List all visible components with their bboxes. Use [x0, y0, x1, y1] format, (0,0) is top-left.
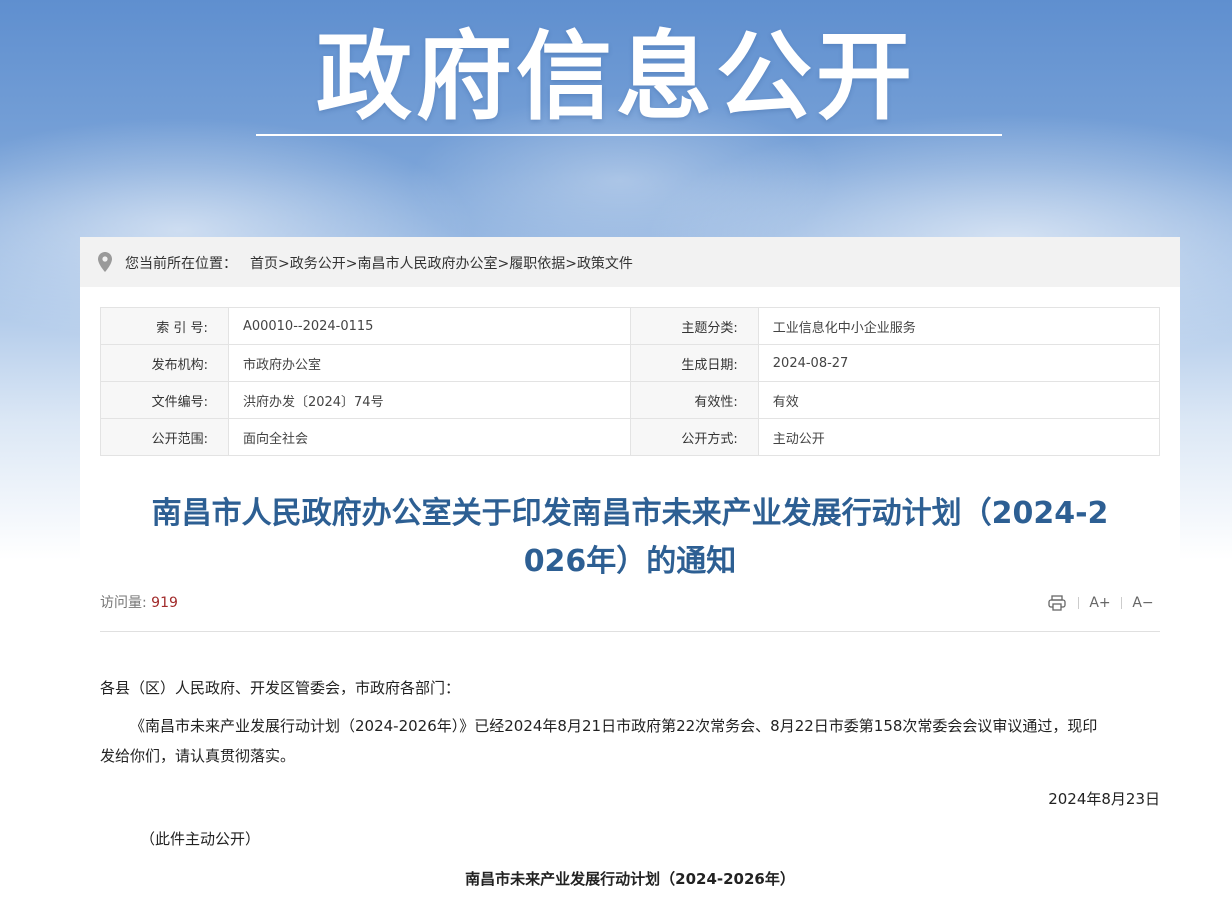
content-divider [100, 631, 1160, 632]
breadcrumb-item-office[interactable]: 南昌市人民政府办公室 [357, 256, 497, 272]
font-increase-button[interactable]: A+ [1088, 593, 1112, 613]
banner-title: 政府信息公开 [316, 21, 916, 133]
disclosure-scope-value: 面向全社会 [227, 418, 631, 456]
visit-count: 访问量: 919 [100, 592, 178, 612]
validity-value: 有效 [757, 381, 1161, 419]
document-number-label: 文件编号: [100, 381, 229, 419]
content-panel: 您当前所在位置： 首页>政务公开>南昌市人民政府办公室>履职依据>政策文件 索 … [80, 237, 1180, 904]
document-number-value: 洪府办发〔2024〕74号 [227, 381, 631, 419]
generated-date-label: 生成日期: [629, 344, 759, 382]
index-number-label: 索 引 号: [100, 307, 229, 345]
disclosure-mode-label: 公开方式: [629, 418, 759, 456]
disclosure-mode-value: 主动公开 [757, 418, 1161, 456]
breadcrumb-item-gov-affairs[interactable]: 政务公开 [290, 256, 346, 272]
breadcrumb-label: 您当前所在位置： [125, 256, 237, 272]
font-decrease-button[interactable]: A− [1131, 593, 1155, 613]
tool-divider [1121, 597, 1122, 609]
watermark-text: 格隆汇 [1162, 874, 1211, 893]
breadcrumb-item-policy-files[interactable]: 政策文件 [577, 256, 633, 272]
index-number-value: A00010--2024-0115 [227, 307, 631, 345]
publisher-value: 市政府办公室 [227, 344, 631, 382]
publisher-label: 发布机构: [100, 344, 229, 382]
topic-category-label: 主题分类: [629, 307, 759, 345]
breadcrumb-item-duty-basis[interactable]: 履职依据 [509, 256, 565, 272]
document-title-line-2: 026年）的通知 [523, 544, 737, 579]
attachment-title: 南昌市未来产业发展行动计划（2024-2026年） [465, 870, 795, 888]
breadcrumb-item-home[interactable]: 首页 [250, 256, 278, 272]
disclosure-scope-label: 公开范围: [100, 418, 229, 456]
reading-tools: A+ A− [1045, 593, 1155, 613]
banner-underline [256, 134, 1002, 136]
breadcrumb-links: 首页>政务公开>南昌市人民政府办公室>履职依据>政策文件 [250, 253, 633, 273]
watermark: 格隆汇 [1136, 870, 1210, 894]
issue-date: 2024年8月23日 [1048, 790, 1160, 808]
disclosure-note: （此件主动公开） [140, 830, 261, 848]
table-row: 公开范围: 面向全社会 公开方式: 主动公开 [100, 418, 1161, 456]
visit-count-value: 919 [151, 595, 178, 611]
print-button[interactable] [1045, 593, 1069, 613]
printer-icon [1048, 595, 1066, 611]
topic-category-value: 工业信息化中小企业服务 [757, 307, 1161, 345]
table-row: 索 引 号: A00010--2024-0115 主题分类: 工业信息化中小企业… [100, 307, 1161, 345]
validity-label: 有效性: [629, 381, 759, 419]
body-paragraph-line-2: 发给你们，请认真贯彻落实。 [100, 747, 296, 765]
breadcrumb-separator: > [278, 256, 290, 272]
body-paragraph-line-1: 《南昌市未来产业发展行动计划（2024-2026年）》已经2024年8月21日市… [130, 717, 1098, 735]
location-pin-icon [98, 252, 112, 272]
visit-count-label: 访问量: [100, 595, 147, 611]
breadcrumb-separator: > [345, 256, 358, 272]
document-title-line-1: 南昌市人民政府办公室关于印发南昌市未来产业发展行动计划（2024-2 [151, 496, 1109, 531]
generated-date-value: 2024-08-27 [757, 344, 1161, 382]
tool-divider [1078, 597, 1079, 609]
gelonghui-logo-icon [1136, 871, 1158, 893]
salutation: 各县（区）人民政府、开发区管委会，市政府各部门： [100, 679, 461, 697]
table-row: 文件编号: 洪府办发〔2024〕74号 有效性: 有效 [100, 381, 1161, 419]
document-title: 南昌市人民政府办公室关于印发南昌市未来产业发展行动计划（2024-2 026年）… [100, 490, 1160, 586]
document-metadata-table: 索 引 号: A00010--2024-0115 主题分类: 工业信息化中小企业… [100, 307, 1161, 456]
breadcrumb-separator: > [497, 256, 510, 272]
breadcrumb: 您当前所在位置： 首页>政务公开>南昌市人民政府办公室>履职依据>政策文件 [80, 237, 1180, 287]
table-row: 发布机构: 市政府办公室 生成日期: 2024-08-27 [100, 344, 1161, 382]
breadcrumb-separator: > [565, 256, 577, 272]
body-paragraph: 《南昌市未来产业发展行动计划（2024-2026年）》已经2024年8月21日市… [100, 711, 1160, 771]
